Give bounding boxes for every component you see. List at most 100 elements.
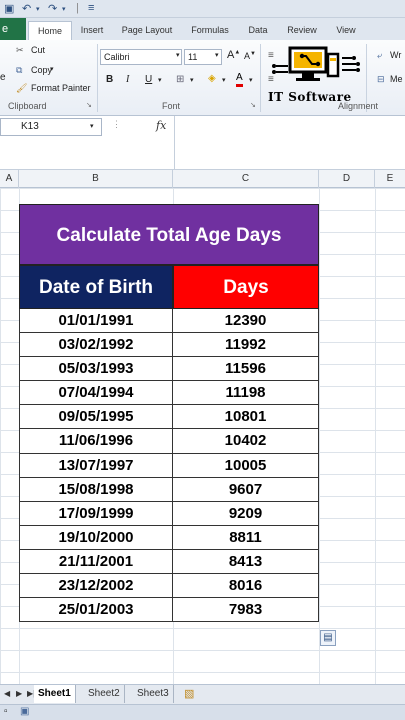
sheet-tab-sheet1[interactable]: Sheet1 (34, 685, 76, 703)
dob-cell[interactable]: 07/04/1994 (19, 381, 173, 406)
fill-color-icon[interactable]: ◈ (208, 73, 216, 84)
days-cell[interactable]: 11198 (173, 381, 319, 406)
ribbon-separator (260, 44, 261, 112)
clipboard-launcher-icon[interactable]: ↘ (86, 101, 92, 109)
tab-formulas[interactable]: Formulas (186, 21, 234, 40)
name-box-dropdown-icon[interactable]: ▾ (90, 122, 94, 130)
column-header-b[interactable]: B (19, 170, 173, 188)
merge-center-icon: ⊟ (377, 74, 385, 84)
save-icon[interactable]: ▣ (4, 2, 14, 15)
font-family-dropdown-icon[interactable]: ▾ (176, 51, 180, 59)
underline-dropdown-icon[interactable]: ▾ (158, 76, 162, 84)
font-size-dropdown-icon[interactable]: ▾ (215, 51, 219, 59)
dob-cell[interactable]: 13/07/1997 (19, 453, 173, 478)
dob-cell[interactable]: 15/08/1998 (19, 477, 173, 502)
font-color-dropdown-icon[interactable]: ▾ (249, 76, 253, 84)
days-cell[interactable]: 7983 (173, 598, 319, 623)
table-title-cell[interactable]: Calculate Total Age Days (19, 204, 319, 265)
tab-home[interactable]: Home (28, 21, 72, 40)
dob-cell[interactable]: 01/01/1991 (19, 309, 173, 334)
tab-page-layout[interactable]: Page Layout (116, 21, 178, 40)
font-color-icon[interactable]: A (236, 72, 243, 87)
dob-cell[interactable]: 23/12/2002 (19, 574, 173, 599)
column-header-d[interactable]: D (319, 170, 375, 188)
days-cell[interactable]: 9209 (173, 501, 319, 526)
grid-line (319, 188, 320, 684)
dob-cell[interactable]: 25/01/2003 (19, 598, 173, 623)
paste-options-icon[interactable]: ▤ (320, 630, 336, 646)
merge-center-button[interactable]: Me (390, 74, 403, 84)
dob-cell[interactable]: 03/02/1992 (19, 333, 173, 358)
tab-file[interactable]: e (0, 18, 26, 40)
days-cell[interactable]: 8016 (173, 574, 319, 599)
it-software-logo: IT Software (262, 44, 374, 106)
dob-cell[interactable]: 11/06/1996 (19, 429, 173, 454)
sheet-tab-sheet3[interactable]: Sheet3 (133, 685, 174, 703)
name-box[interactable]: K13 (0, 118, 102, 136)
dob-cell[interactable]: 21/11/2001 (19, 549, 173, 575)
paste-button[interactable]: e (0, 72, 6, 83)
underline-button[interactable]: U (145, 74, 152, 85)
format-painter-button[interactable]: Format Painter (31, 83, 91, 93)
days-cell[interactable]: 12390 (173, 309, 319, 334)
sheet-nav-next-icon[interactable]: ▶ (16, 689, 22, 698)
ribbon-separator (97, 44, 98, 112)
redo-icon[interactable]: ↷ (48, 2, 57, 15)
column-header-c[interactable]: C (173, 170, 319, 188)
decrease-font-icon[interactable]: A▼ (244, 51, 256, 61)
days-cell[interactable]: 10402 (173, 429, 319, 454)
sheet-nav-prev-icon[interactable]: ◀ (4, 689, 10, 698)
increase-font-icon[interactable]: A▲ (227, 49, 240, 61)
cut-icon: ✂ (16, 45, 24, 55)
days-cell[interactable]: 11596 (173, 357, 319, 382)
header-date-of-birth[interactable]: Date of Birth (19, 265, 173, 309)
borders-icon[interactable]: ⊞ (176, 74, 184, 85)
tab-view[interactable]: View (330, 21, 362, 40)
table-row: 19/10/2000 8811 (19, 525, 319, 550)
undo-dropdown-icon[interactable]: ▾ (36, 5, 40, 13)
table-body: 01/01/1991 12390 03/02/1992 11992 05/03/19… (19, 309, 319, 623)
fill-color-dropdown-icon[interactable]: ▾ (222, 76, 226, 84)
cut-button[interactable]: Cut (31, 45, 45, 55)
days-cell[interactable]: 8413 (173, 549, 319, 575)
table-row: 23/12/2002 8016 (19, 574, 319, 599)
sheet-tab-sheet2[interactable]: Sheet2 (84, 685, 125, 703)
formula-bar: K13 ▾ ⋮ fx (0, 116, 405, 170)
days-cell[interactable]: 9607 (173, 477, 319, 502)
insert-function-button[interactable]: fx (156, 119, 166, 132)
font-family-select[interactable]: Calibri (100, 49, 182, 65)
insert-sheet-icon[interactable]: ▧ (184, 687, 194, 700)
formula-input[interactable] (174, 116, 405, 170)
wrap-text-button[interactable]: Wr (390, 50, 401, 60)
header-days[interactable]: Days (173, 265, 319, 309)
wrap-text-icon: ⤶ (377, 50, 383, 60)
copy-button[interactable]: Copy (31, 65, 52, 75)
days-cell[interactable]: 8811 (173, 525, 319, 550)
table-row: 01/01/1991 12390 (19, 309, 319, 334)
table-row: 07/04/1994 11198 (19, 381, 319, 406)
copy-dropdown-icon[interactable]: ▾ (50, 65, 54, 73)
dob-cell[interactable]: 09/05/1995 (19, 405, 173, 430)
customize-qat-icon[interactable]: ≡ (88, 2, 94, 14)
days-cell[interactable]: 10005 (173, 453, 319, 478)
italic-button[interactable]: I (126, 74, 129, 85)
column-header-a[interactable]: A (0, 170, 19, 188)
column-header-e[interactable]: E (375, 170, 405, 188)
days-cell[interactable]: 11992 (173, 333, 319, 358)
dob-cell[interactable]: 19/10/2000 (19, 525, 173, 550)
tab-review[interactable]: Review (282, 21, 322, 40)
table-row: 21/11/2001 8413 (19, 549, 319, 575)
days-cell[interactable]: 10801 (173, 405, 319, 430)
redo-dropdown-icon[interactable]: ▾ (62, 5, 66, 13)
bold-button[interactable]: B (106, 74, 113, 85)
macro-record-icon[interactable]: ▣ (20, 706, 29, 717)
dob-cell[interactable]: 17/09/1999 (19, 501, 173, 526)
dob-cell[interactable]: 05/03/1993 (19, 357, 173, 382)
font-launcher-icon[interactable]: ↘ (250, 101, 256, 109)
ready-status-icon: ▫ (4, 706, 8, 717)
tab-data[interactable]: Data (242, 21, 274, 40)
undo-icon[interactable]: ↶ (22, 2, 31, 15)
qat-separator-icon: | (76, 2, 79, 14)
tab-insert[interactable]: Insert (74, 21, 110, 40)
borders-dropdown-icon[interactable]: ▾ (190, 76, 194, 84)
